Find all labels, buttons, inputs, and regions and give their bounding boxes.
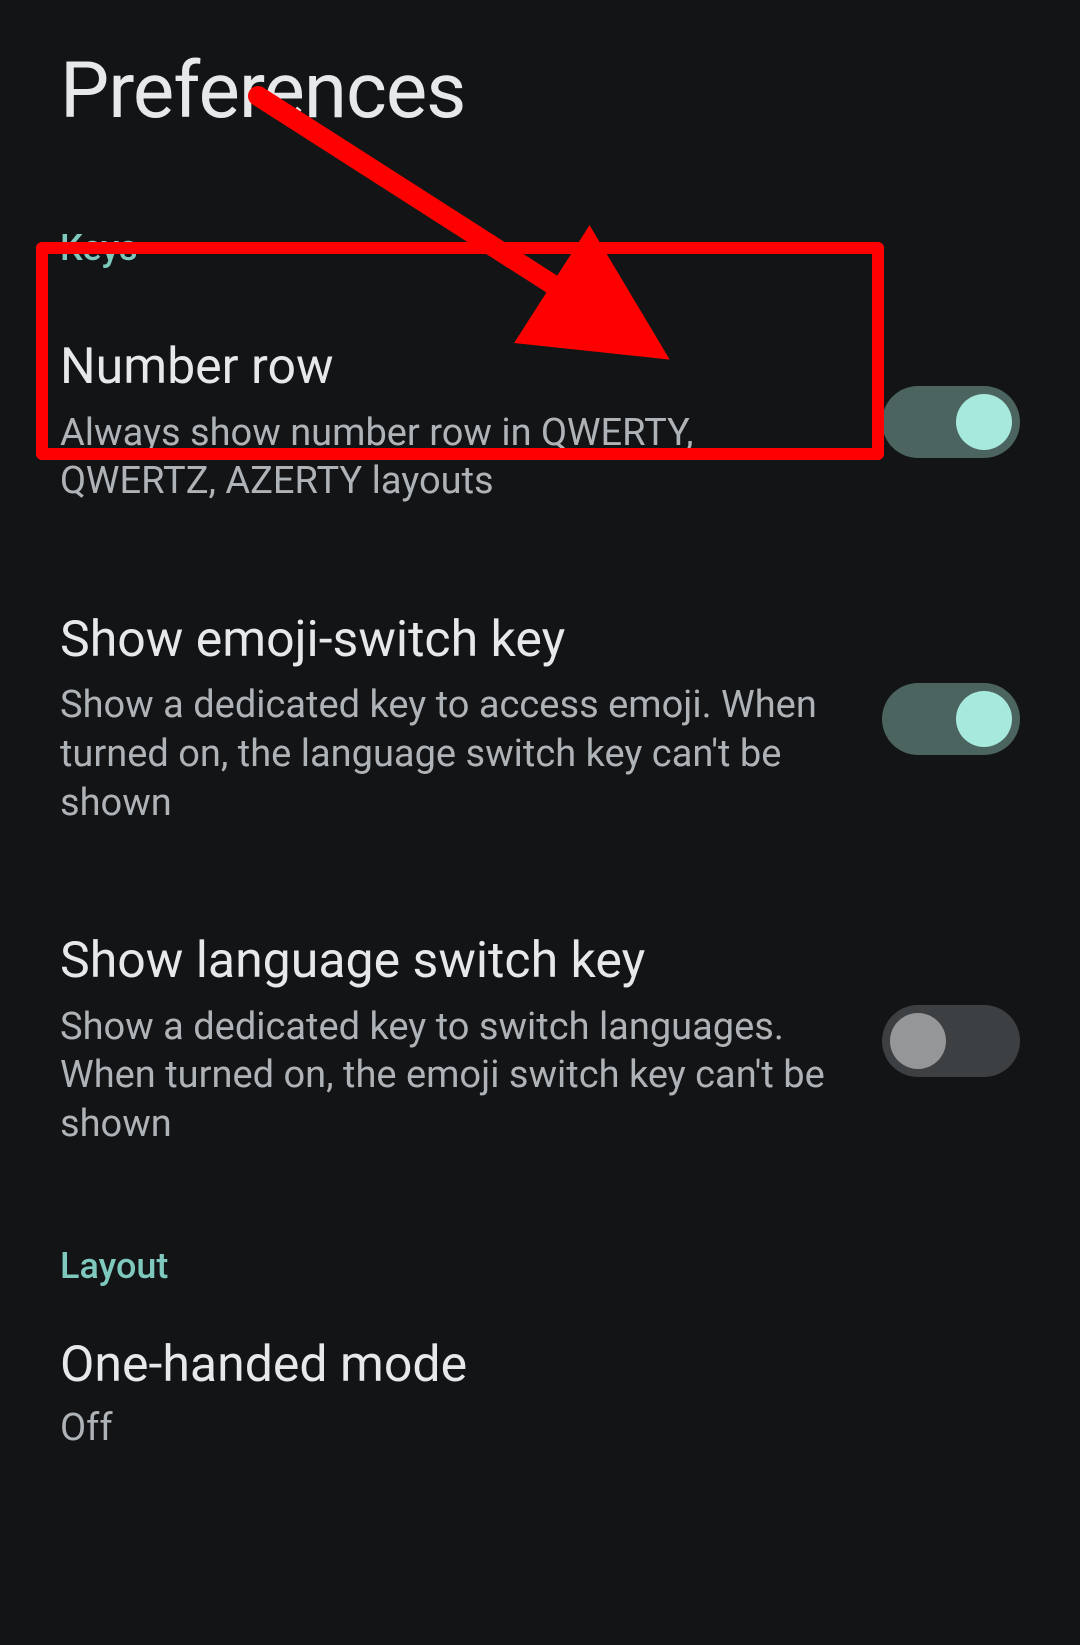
section-header-layout: Layout [60, 1245, 1020, 1287]
setting-one-handed[interactable]: One-handed mode Off [60, 1311, 1020, 1491]
setting-desc-language-switch: Show a dedicated key to switch languages… [60, 1003, 842, 1149]
setting-number-row[interactable]: Number row Always show number row in QWE… [60, 299, 1020, 556]
setting-title-one-handed: One-handed mode [60, 1337, 1020, 1395]
toggle-emoji-switch[interactable] [882, 683, 1020, 755]
setting-title-emoji-switch: Show emoji-switch key [60, 612, 842, 670]
preferences-screen: Preferences Keys Number row Always show … [0, 0, 1080, 1645]
page-title: Preferences [60, 46, 1020, 137]
setting-text-one-handed: One-handed mode Off [60, 1337, 1020, 1451]
setting-title-number-row: Number row [60, 339, 842, 397]
setting-text-number-row: Number row Always show number row in QWE… [60, 339, 842, 506]
setting-language-switch[interactable]: Show language switch key Show a dedicate… [60, 877, 1020, 1198]
setting-text-language-switch: Show language switch key Show a dedicate… [60, 933, 842, 1148]
setting-desc-emoji-switch: Show a dedicated key to access emoji. Wh… [60, 681, 842, 827]
setting-desc-number-row: Always show number row in QWERTY, QWERTZ… [60, 409, 842, 506]
section-header-keys: Keys [60, 227, 1020, 269]
setting-title-language-switch: Show language switch key [60, 933, 842, 991]
toggle-number-row[interactable] [882, 386, 1020, 458]
toggle-knob [890, 1013, 946, 1069]
toggle-knob [956, 691, 1012, 747]
toggle-knob [956, 394, 1012, 450]
setting-emoji-switch[interactable]: Show emoji-switch key Show a dedicated k… [60, 556, 1020, 877]
setting-text-emoji-switch: Show emoji-switch key Show a dedicated k… [60, 612, 842, 827]
toggle-language-switch[interactable] [882, 1005, 1020, 1077]
setting-value-one-handed: Off [60, 1406, 1020, 1450]
